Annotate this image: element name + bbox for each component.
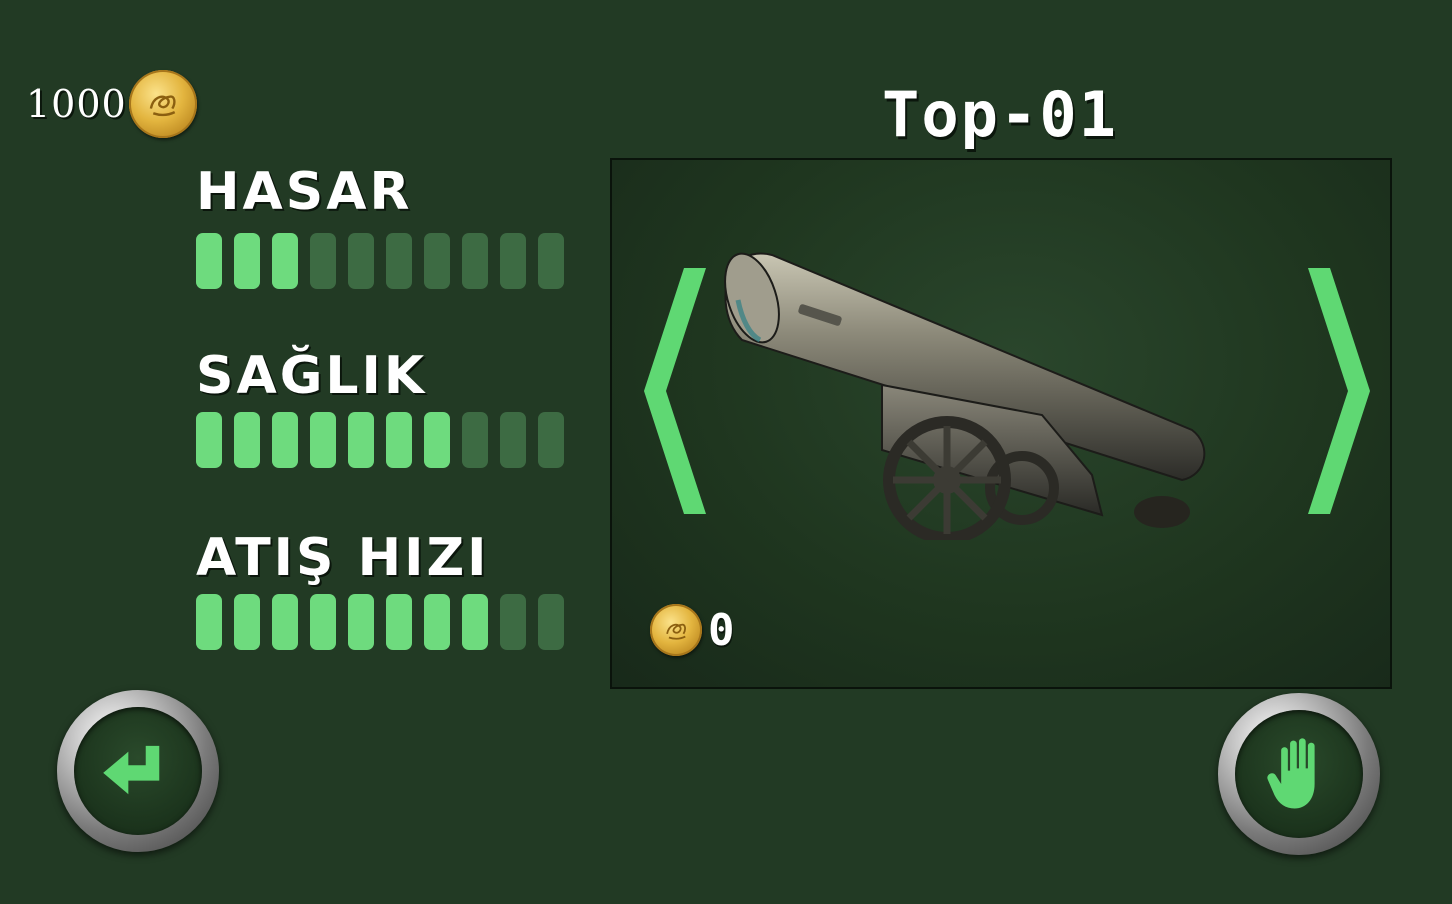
bar-segment-empty [538, 412, 564, 468]
item-price-value: 0 [708, 604, 735, 656]
bar-segment-empty [500, 412, 526, 468]
item-price: 0 [650, 604, 735, 656]
stat-bar-health [196, 412, 564, 468]
bar-segment-filled [310, 412, 336, 468]
bar-segment-filled [196, 412, 222, 468]
bar-segment-filled [424, 594, 450, 650]
gold-coin-icon [128, 70, 197, 138]
select-button[interactable] [1218, 693, 1380, 855]
bar-segment-filled [196, 594, 222, 650]
item-preview-panel: 0 [610, 158, 1392, 689]
bar-segment-empty [462, 233, 488, 289]
bar-segment-empty [310, 233, 336, 289]
stat-label-health: SAĞLIK [196, 346, 428, 406]
bar-segment-filled [272, 594, 298, 650]
stat-bar-fire-rate [196, 594, 564, 650]
bar-segment-filled [234, 233, 260, 289]
bar-segment-empty [538, 233, 564, 289]
bar-segment-filled [386, 594, 412, 650]
currency-display: 1000 [26, 70, 197, 138]
gold-coin-icon [650, 604, 702, 656]
bar-segment-filled [272, 412, 298, 468]
chevron-double-right-icon[interactable] [1302, 268, 1376, 514]
cannon-image [724, 252, 1206, 540]
stat-bar-damage [196, 233, 564, 289]
coin-balance: 1000 [26, 82, 127, 126]
bar-segment-filled [348, 594, 374, 650]
return-arrow-icon [103, 745, 160, 795]
bar-segment-filled [196, 233, 222, 289]
bar-segment-empty [500, 233, 526, 289]
stat-label-fire-rate: ATIŞ HIZI [196, 528, 490, 588]
bar-segment-filled [234, 412, 260, 468]
stat-label-damage: HASAR [196, 162, 413, 222]
bar-segment-empty [538, 594, 564, 650]
item-title: Top-01 [882, 78, 1118, 151]
hand-icon [1267, 738, 1315, 809]
bar-segment-filled [386, 412, 412, 468]
chevron-double-left-icon[interactable] [638, 268, 712, 514]
bar-segment-filled [272, 233, 298, 289]
back-button[interactable] [57, 690, 219, 852]
bar-segment-filled [424, 412, 450, 468]
bar-segment-empty [424, 233, 450, 289]
bar-segment-empty [500, 594, 526, 650]
bar-segment-empty [348, 233, 374, 289]
bar-segment-empty [462, 412, 488, 468]
bar-segment-filled [348, 412, 374, 468]
bar-segment-empty [386, 233, 412, 289]
bar-segment-filled [310, 594, 336, 650]
bar-segment-filled [462, 594, 488, 650]
bar-segment-filled [234, 594, 260, 650]
